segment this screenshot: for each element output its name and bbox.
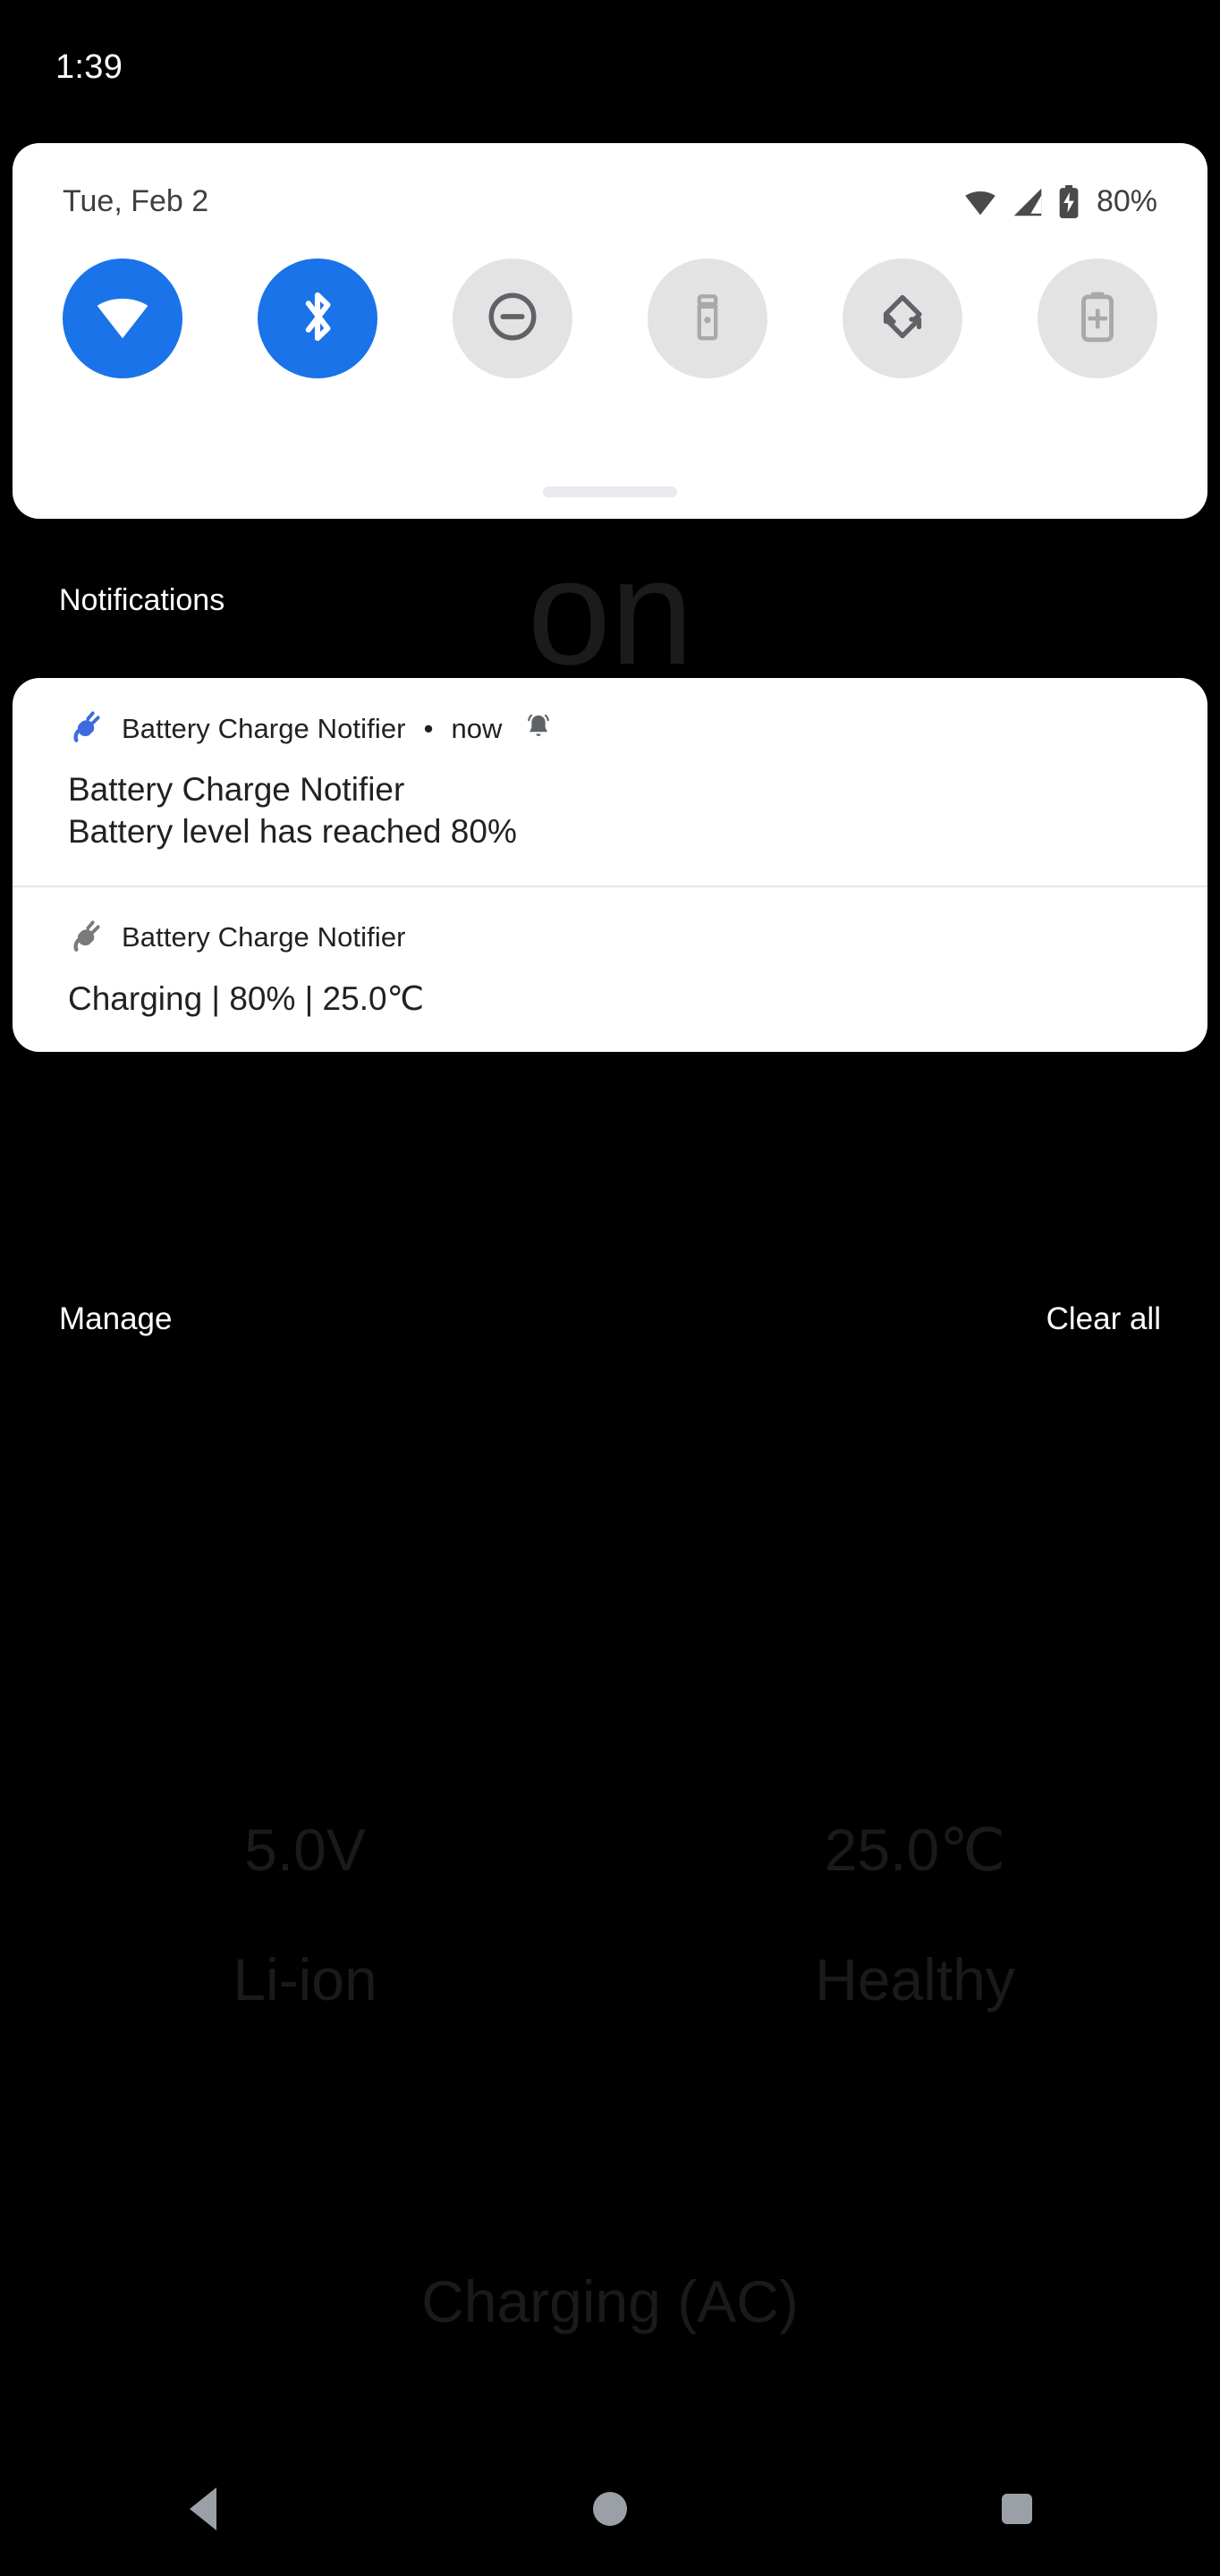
plug-icon: [68, 918, 104, 958]
quick-settings-date[interactable]: Tue, Feb 2: [63, 184, 208, 219]
bluetooth-icon: [292, 287, 343, 351]
quick-settings-status-icons: 80%: [962, 184, 1157, 219]
manage-button[interactable]: Manage: [59, 1301, 172, 1337]
qs-tile-battery-saver[interactable]: [1038, 258, 1157, 378]
bell-ringing-icon: [523, 711, 554, 746]
status-bar: 1:39: [0, 0, 1220, 134]
notification-body-text: Charging | 80% | 25.0℃: [68, 979, 425, 1017]
status-bar-clock: 1:39: [55, 47, 123, 86]
background-temperature: 25.0℃: [824, 1817, 1006, 1883]
notification-footer-actions: Manage Clear all: [0, 1301, 1220, 1337]
background-voltage: 5.0V: [244, 1817, 366, 1883]
background-charging-status: Charging (AC): [421, 2268, 799, 2334]
wifi-icon: [93, 292, 152, 345]
qs-tile-flashlight[interactable]: [648, 258, 767, 378]
qs-tile-wifi[interactable]: [63, 258, 182, 378]
notification-separator: •: [423, 712, 434, 744]
background-row-tech-health: Li-ion Healthy: [0, 1945, 1220, 2013]
notification-item[interactable]: Battery Charge Notifier Charging | 80% |…: [13, 885, 1207, 1052]
notifications-section-header: Notifications: [59, 583, 225, 617]
android-notification-shade: on 5.0V 25.0℃ Li-ion Healthy Charging (A…: [0, 0, 1220, 2576]
notification-header: Battery Charge Notifier • now: [68, 708, 1152, 749]
auto-rotate-icon: [876, 290, 929, 348]
quick-settings-tiles: [13, 219, 1207, 378]
notification-item[interactable]: Battery Charge Notifier • now Battery Ch…: [13, 678, 1207, 886]
notification-title: Battery Charge Notifier: [68, 771, 405, 808]
flashlight-icon: [682, 291, 733, 347]
qs-tile-bluetooth[interactable]: [258, 258, 377, 378]
status-battery-percent: 80%: [1096, 184, 1157, 218]
recents-button[interactable]: [963, 2455, 1071, 2563]
background-row-voltage-temp: 5.0V 25.0℃: [0, 1816, 1220, 1885]
qs-tile-auto-rotate[interactable]: [843, 258, 962, 378]
back-triangle-icon: [190, 2487, 217, 2530]
qs-tile-do-not-disturb[interactable]: [453, 258, 572, 378]
notification-timestamp: now: [451, 712, 503, 744]
notification-group: Battery Charge Notifier • now Battery Ch…: [13, 678, 1207, 1053]
quick-settings-panel[interactable]: Tue, Feb 2 80%: [13, 143, 1207, 519]
notification-header: Battery Charge Notifier: [68, 918, 1152, 958]
wifi-icon: [962, 188, 998, 216]
notification-app-name: Battery Charge Notifier: [122, 712, 406, 744]
home-button[interactable]: [556, 2455, 664, 2563]
background-battery-health: Healthy: [815, 1946, 1015, 2012]
cellular-signal-icon: [1011, 187, 1045, 217]
do-not-disturb-icon: [485, 289, 540, 349]
plug-icon: [68, 708, 104, 749]
battery-charging-icon: [1057, 184, 1080, 219]
notification-app-name: Battery Charge Notifier: [122, 921, 406, 953]
quick-settings-drag-handle[interactable]: [543, 487, 677, 497]
battery-saver-icon: [1073, 289, 1122, 349]
quick-settings-header: Tue, Feb 2 80%: [13, 143, 1207, 219]
navigation-bar: [0, 2442, 1220, 2576]
background-battery-technology: Li-ion: [233, 1946, 377, 2012]
back-button[interactable]: [149, 2455, 257, 2563]
home-circle-icon: [592, 2492, 627, 2526]
clear-all-button[interactable]: Clear all: [1046, 1301, 1161, 1337]
recents-square-icon: [1001, 2494, 1032, 2524]
notification-body-text: Battery level has reached 80%: [68, 813, 517, 851]
